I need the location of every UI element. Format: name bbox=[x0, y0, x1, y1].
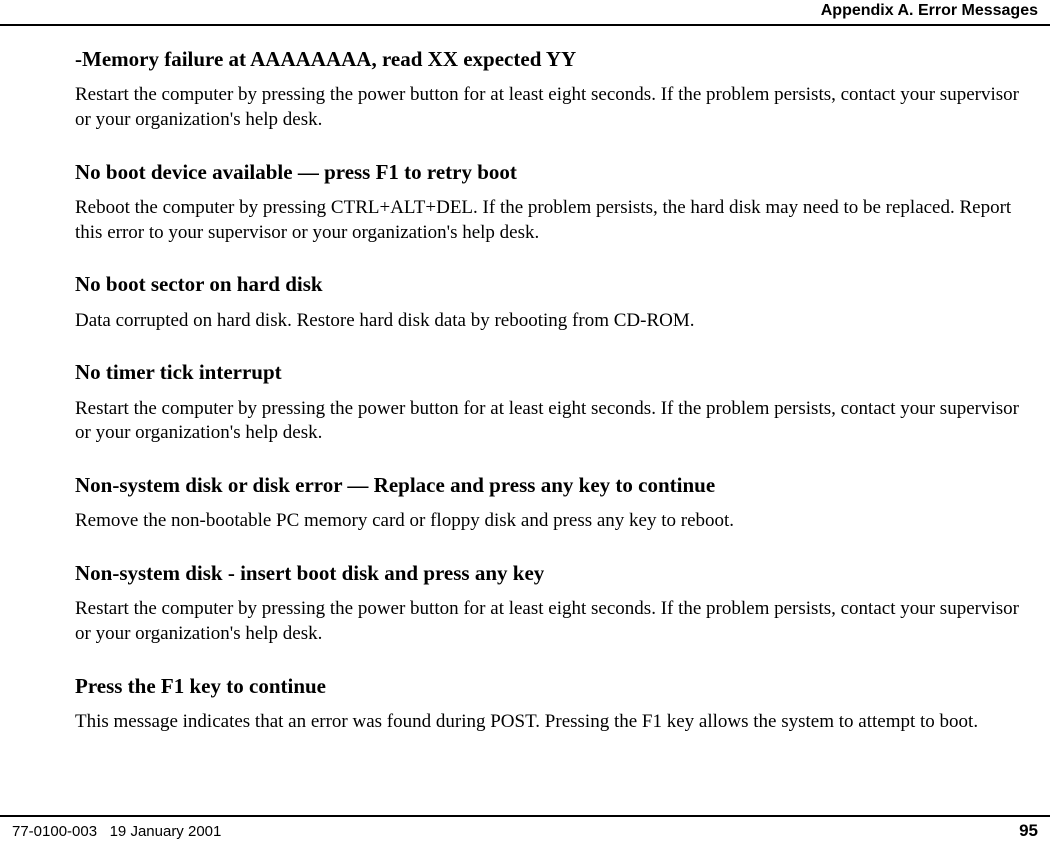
section-body: Remove the non-bootable PC memory card o… bbox=[75, 509, 1038, 534]
footer-left: 77-0100-003 19 January 2001 bbox=[12, 823, 221, 840]
page-header: Appendix A. Error Messages bbox=[0, 0, 1050, 26]
section-heading: No boot device available — press F1 to r… bbox=[75, 159, 1038, 186]
section-body: Restart the computer by pressing the pow… bbox=[75, 83, 1038, 132]
section-heading: -Memory failure at AAAAAAAA, read XX exp… bbox=[75, 46, 1038, 73]
section-body: This message indicates that an error was… bbox=[75, 710, 1038, 735]
header-title: Appendix A. Error Messages bbox=[821, 2, 1038, 19]
error-section: Non-system disk - insert boot disk and p… bbox=[75, 560, 1038, 647]
error-section: -Memory failure at AAAAAAAA, read XX exp… bbox=[75, 46, 1038, 133]
section-heading: No timer tick interrupt bbox=[75, 359, 1038, 386]
error-section: No timer tick interrupt Restart the comp… bbox=[75, 359, 1038, 446]
page-content: -Memory failure at AAAAAAAA, read XX exp… bbox=[0, 26, 1050, 735]
section-body: Restart the computer by pressing the pow… bbox=[75, 597, 1038, 646]
error-section: No boot sector on hard disk Data corrupt… bbox=[75, 271, 1038, 333]
section-body: Reboot the computer by pressing CTRL+ALT… bbox=[75, 196, 1038, 245]
section-heading: Press the F1 key to continue bbox=[75, 673, 1038, 700]
section-heading: No boot sector on hard disk bbox=[75, 271, 1038, 298]
error-section: Press the F1 key to continue This messag… bbox=[75, 673, 1038, 735]
doc-id: 77-0100-003 bbox=[12, 823, 97, 840]
doc-date: 19 January 2001 bbox=[110, 823, 222, 840]
section-body: Data corrupted on hard disk. Restore har… bbox=[75, 309, 1038, 334]
error-section: Non-system disk or disk error — Replace … bbox=[75, 472, 1038, 534]
error-section: No boot device available — press F1 to r… bbox=[75, 159, 1038, 246]
section-heading: Non-system disk or disk error — Replace … bbox=[75, 472, 1038, 499]
section-heading: Non-system disk - insert boot disk and p… bbox=[75, 560, 1038, 587]
page-number: 95 bbox=[1019, 821, 1038, 841]
page-footer: 77-0100-003 19 January 2001 95 bbox=[0, 815, 1050, 841]
section-body: Restart the computer by pressing the pow… bbox=[75, 397, 1038, 446]
